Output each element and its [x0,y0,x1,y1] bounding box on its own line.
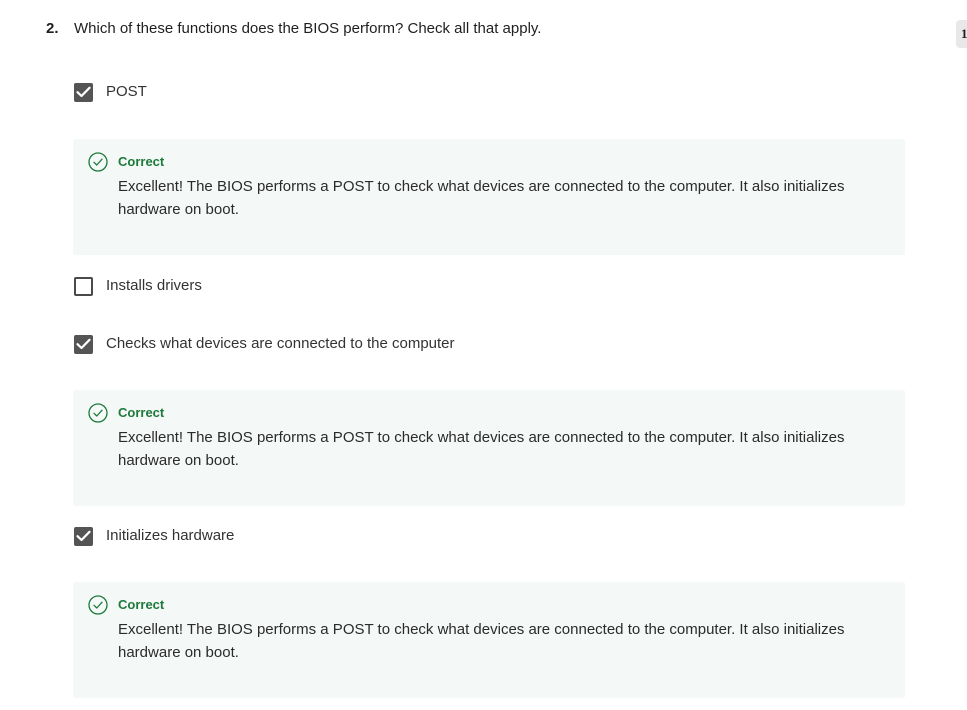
question-header: 2. Which of these functions does the BIO… [46,18,541,40]
feedback-title: Correct [118,154,165,169]
question-text: Which of these functions does the BIOS p… [74,20,542,37]
check-circle-icon [88,595,108,615]
feedback-correct: Correct Excellent! The BIOS performs a P… [73,390,905,506]
feedback-text: Excellent! The BIOS performs a POST to c… [118,429,845,469]
feedback-text: Excellent! The BIOS performs a POST to c… [118,621,845,661]
quiz-question-page: 2. Which of these functions does the BIO… [0,0,967,710]
option-initializes-hardware[interactable]: Initializes hardware [74,526,234,546]
option-installs-drivers[interactable]: Installs drivers [74,276,202,296]
feedback-title: Correct [118,405,165,420]
grade-chip: 1 [956,20,967,48]
option-post[interactable]: POST [74,82,147,102]
checkmark-icon [76,338,91,350]
checkmark-icon [76,530,91,542]
feedback-correct: Correct Excellent! The BIOS performs a P… [73,582,905,698]
feedback-text: Excellent! The BIOS performs a POST to c… [118,178,845,218]
feedback-title: Correct [118,597,165,612]
option-checks-devices[interactable]: Checks what devices are connected to the… [74,334,455,354]
option-label: Installs drivers [106,277,202,294]
check-circle-icon [88,152,108,172]
option-checkbox-checked[interactable] [74,82,93,102]
option-label: Initializes hardware [106,527,235,544]
question-number: 2. [46,20,59,37]
option-checkbox-checked[interactable] [74,526,93,546]
option-label: POST [106,83,147,100]
check-circle-icon [88,403,108,423]
option-checkbox-unchecked[interactable] [74,276,93,296]
feedback-correct: Correct Excellent! The BIOS performs a P… [73,139,905,255]
option-label: Checks what devices are connected to the… [106,335,455,352]
checkmark-icon [76,86,91,98]
option-checkbox-checked[interactable] [74,334,93,354]
